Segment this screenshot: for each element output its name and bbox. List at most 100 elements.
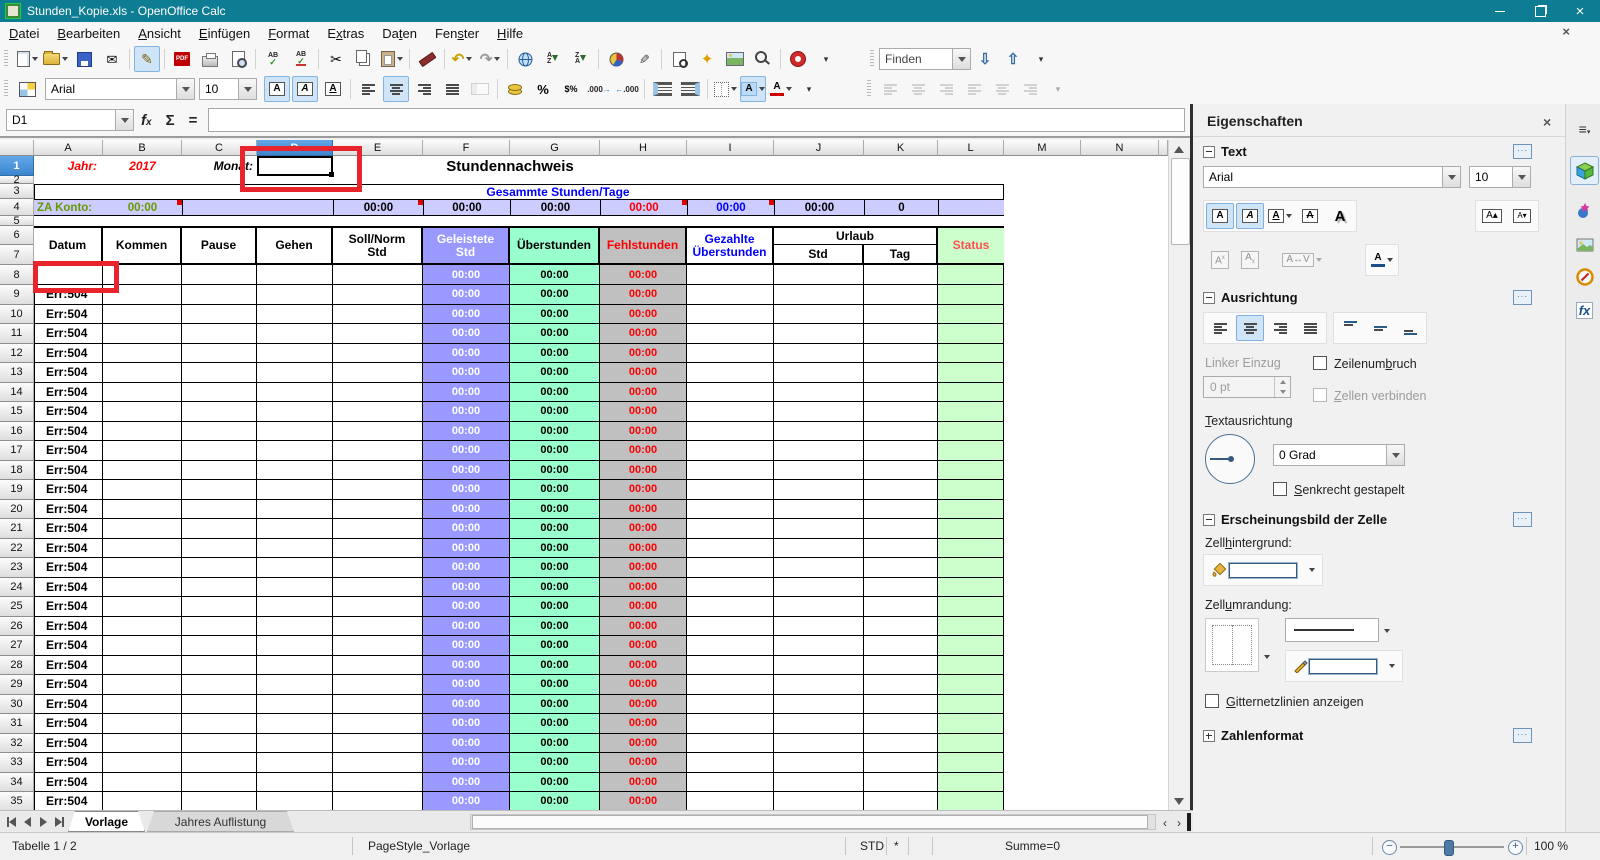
cell-h34[interactable]: 00:00 — [600, 773, 687, 793]
cell-d27[interactable] — [257, 636, 333, 656]
cell-b10[interactable] — [103, 305, 182, 325]
cell-c24[interactable] — [182, 578, 257, 598]
draw-functions-button[interactable]: ✎ — [631, 46, 657, 72]
border-line-style[interactable] — [1285, 618, 1379, 642]
cell-k27[interactable] — [864, 636, 938, 656]
tab-splitter[interactable] — [1187, 813, 1191, 831]
cell-k28[interactable] — [864, 656, 938, 676]
cell-l8[interactable] — [938, 265, 1004, 285]
cell-l21[interactable] — [938, 519, 1004, 539]
cell-e28[interactable] — [333, 656, 423, 676]
menu-einfügen[interactable]: Einfügen — [190, 24, 259, 43]
sum-icon[interactable]: Σ — [166, 112, 175, 129]
align-bottom-button[interactable] — [1396, 315, 1424, 341]
collapse-icon[interactable] — [1203, 514, 1215, 526]
dropdown-icon[interactable] — [759, 87, 765, 91]
underline-button[interactable]: A — [1266, 203, 1294, 229]
edit-mode-button[interactable]: ✎ — [134, 46, 160, 72]
row-header-13[interactable]: 13 — [0, 363, 34, 383]
cell-c31[interactable] — [182, 714, 257, 734]
cell-h14[interactable]: 00:00 — [600, 383, 687, 403]
cell-e10[interactable] — [333, 305, 423, 325]
row-header-28[interactable]: 28 — [0, 656, 34, 676]
cell-l14[interactable] — [938, 383, 1004, 403]
font-size-dropdown-icon[interactable] — [1512, 167, 1530, 187]
cell-d30[interactable] — [257, 695, 333, 715]
cell-c15[interactable] — [182, 402, 257, 422]
cell-a27[interactable]: Err:504 — [34, 636, 103, 656]
header-kommen[interactable]: Kommen — [103, 228, 182, 263]
cell-d18[interactable] — [257, 461, 333, 481]
cell-f10[interactable]: 00:00 — [423, 305, 510, 325]
cell-b17[interactable] — [103, 441, 182, 461]
add-decimal-button[interactable]: .000→ — [586, 76, 612, 102]
cell-l23[interactable] — [938, 558, 1004, 578]
cell-d17[interactable] — [257, 441, 333, 461]
paint-bucket-icon[interactable] — [1206, 557, 1302, 583]
cell-c30[interactable] — [182, 695, 257, 715]
cell-i27[interactable] — [687, 636, 774, 656]
dropdown-icon[interactable] — [32, 57, 38, 61]
cell-d10[interactable] — [257, 305, 333, 325]
cell-f35[interactable]: 00:00 — [423, 792, 510, 810]
cell-j13[interactable] — [774, 363, 864, 383]
cell-l20[interactable] — [938, 500, 1004, 520]
cell-b1[interactable]: 2017 — [103, 156, 182, 176]
row-header-17[interactable]: 17 — [0, 441, 34, 461]
align-top-button[interactable] — [1336, 315, 1364, 341]
find-dropdown-icon[interactable] — [952, 49, 970, 69]
cell-i12[interactable] — [687, 344, 774, 364]
cell-e35[interactable] — [333, 792, 423, 810]
cell-c22[interactable] — [182, 539, 257, 559]
cell-g12[interactable]: 00:00 — [510, 344, 600, 364]
bold-button[interactable]: A — [1206, 203, 1234, 229]
overflow-button[interactable]: ▾ — [813, 46, 839, 72]
cell-d21[interactable] — [257, 519, 333, 539]
cell-a19[interactable]: Err:504 — [34, 480, 103, 500]
font-size-dropdown-icon[interactable] — [238, 79, 256, 99]
alignment-more-options-icon[interactable]: ··· — [1513, 290, 1532, 305]
cell-i18[interactable] — [687, 461, 774, 481]
row-header-12[interactable]: 12 — [0, 344, 34, 364]
cell-b8[interactable] — [103, 265, 182, 285]
cell-h16[interactable]: 00:00 — [600, 422, 687, 442]
cell-l17[interactable] — [938, 441, 1004, 461]
close-document-icon[interactable]: × — [1562, 24, 1570, 39]
cell-g26[interactable]: 00:00 — [510, 617, 600, 637]
cell-d19[interactable] — [257, 480, 333, 500]
section-alignment[interactable]: Ausrichtung — [1203, 290, 1298, 305]
cell-i24[interactable] — [687, 578, 774, 598]
cell-h10[interactable]: 00:00 — [600, 305, 687, 325]
menu-fenster[interactable]: Fenster — [426, 24, 488, 43]
cell-l12[interactable] — [938, 344, 1004, 364]
cell-e12[interactable] — [333, 344, 423, 364]
cell-k15[interactable] — [864, 402, 938, 422]
cell-h26[interactable]: 00:00 — [600, 617, 687, 637]
menu-daten[interactable]: Daten — [373, 24, 426, 43]
cell-j21[interactable] — [774, 519, 864, 539]
spellcheck-button[interactable]: AB✓ — [260, 46, 286, 72]
row-header-31[interactable]: 31 — [0, 714, 34, 734]
menu-datei[interactable]: Datei — [0, 24, 48, 43]
cell-l29[interactable] — [938, 675, 1004, 695]
cell-b15[interactable] — [103, 402, 182, 422]
cell-f31[interactable]: 00:00 — [423, 714, 510, 734]
header-gehen[interactable]: Gehen — [257, 228, 333, 263]
cell-e33[interactable] — [333, 753, 423, 773]
cell-i26[interactable] — [687, 617, 774, 637]
cell-b34[interactable] — [103, 773, 182, 793]
cell-f29[interactable]: 00:00 — [423, 675, 510, 695]
next-sheet-icon[interactable] — [36, 814, 50, 829]
find-input[interactable]: Finden — [879, 48, 971, 70]
number-standard-button[interactable]: $% — [558, 76, 584, 102]
dropdown-icon[interactable] — [62, 57, 68, 61]
cell-k26[interactable] — [864, 617, 938, 637]
row-header-24[interactable]: 24 — [0, 578, 34, 598]
cell-a33[interactable]: Err:504 — [34, 753, 103, 773]
auto-spellcheck-button[interactable]: AB✓ — [288, 46, 314, 72]
cell-b12[interactable] — [103, 344, 182, 364]
cell-i29[interactable] — [687, 675, 774, 695]
print-button[interactable] — [197, 46, 223, 72]
cell-f11[interactable]: 00:00 — [423, 324, 510, 344]
cell-j20[interactable] — [774, 500, 864, 520]
